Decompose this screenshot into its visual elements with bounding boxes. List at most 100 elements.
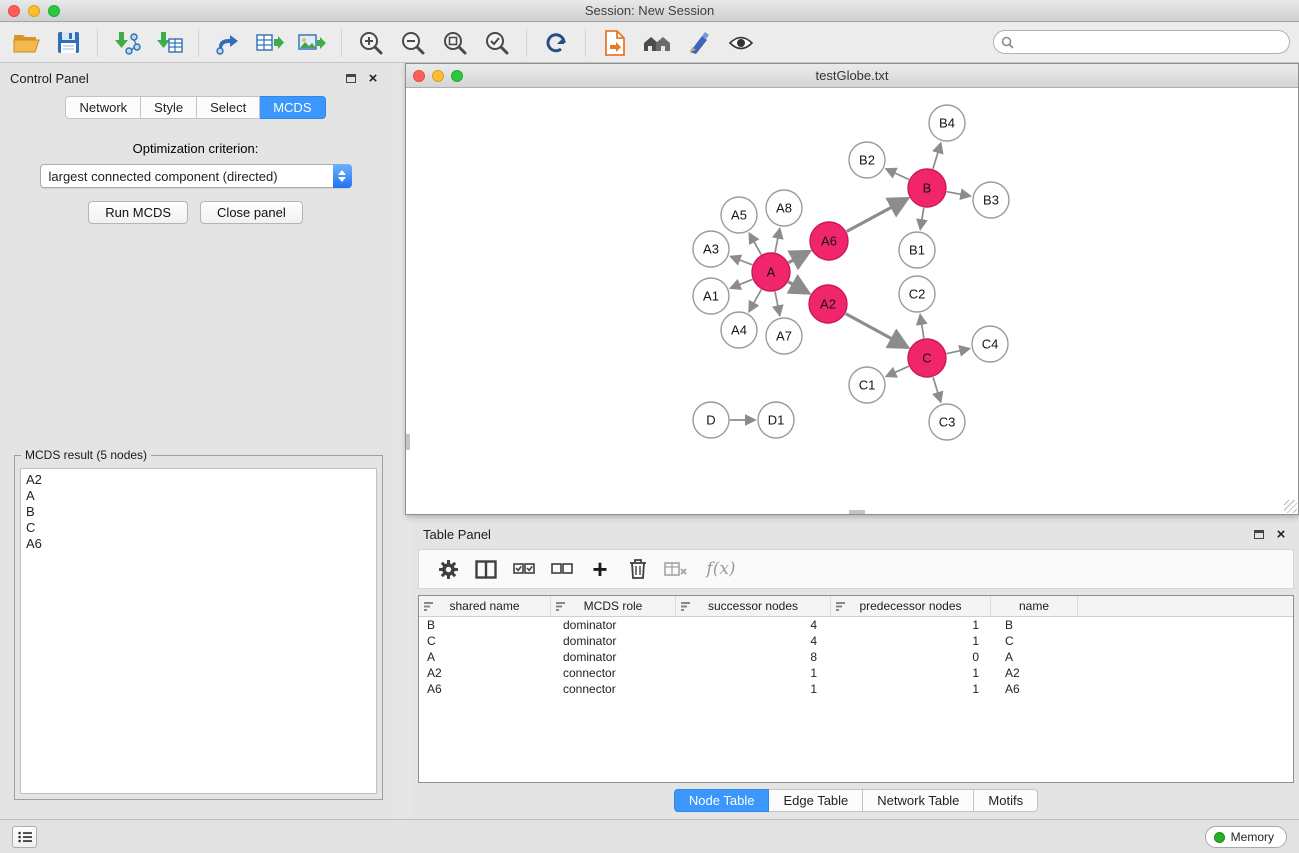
- tab-style[interactable]: Style: [141, 96, 197, 119]
- table-close-panel-button[interactable]: ×: [1273, 526, 1289, 542]
- network-maximize-icon[interactable]: [451, 70, 463, 82]
- table-cell[interactable]: connector: [551, 666, 676, 680]
- tab-motifs[interactable]: Motifs: [974, 789, 1038, 812]
- graph-edge-A-A4[interactable]: [749, 290, 761, 312]
- table-row[interactable]: Bdominator41B: [419, 617, 1293, 633]
- run-mcds-button[interactable]: Run MCDS: [88, 201, 188, 224]
- graph-edge-A-A1[interactable]: [731, 279, 753, 288]
- table-cell[interactable]: 8: [676, 650, 831, 664]
- table-cell[interactable]: dominator: [551, 650, 676, 664]
- open-session-button[interactable]: [8, 26, 44, 60]
- export-image-button[interactable]: [294, 26, 330, 60]
- tab-node-table[interactable]: Node Table: [674, 789, 770, 812]
- zoom-selected-button[interactable]: [479, 26, 515, 60]
- graph-node-D1[interactable]: D1: [758, 402, 794, 438]
- export-table-button[interactable]: [252, 26, 288, 60]
- toolbar-search-field[interactable]: [993, 30, 1290, 54]
- optimization-criterion-select[interactable]: largest connected component (directed): [40, 164, 352, 188]
- graph-node-B[interactable]: B: [908, 169, 946, 207]
- graph-edge-B-B1[interactable]: [920, 208, 924, 230]
- table-cell[interactable]: connector: [551, 682, 676, 696]
- graph-node-C3[interactable]: C3: [929, 404, 965, 440]
- table-cell[interactable]: dominator: [551, 634, 676, 648]
- graph-node-A4[interactable]: A4: [721, 312, 757, 348]
- maximize-window-icon[interactable]: [48, 5, 60, 17]
- graph-node-B4[interactable]: B4: [929, 105, 965, 141]
- column-header-predecessor-nodes[interactable]: predecessor nodes: [831, 596, 991, 616]
- table-cell[interactable]: A6: [419, 682, 551, 696]
- graph-edge-B-B2[interactable]: [886, 169, 909, 180]
- table-cell[interactable]: A: [419, 650, 551, 664]
- graph-edge-C-C4[interactable]: [947, 349, 970, 354]
- table-cell[interactable]: 1: [831, 682, 991, 696]
- table-float-panel-button[interactable]: [1251, 526, 1267, 542]
- tab-select[interactable]: Select: [197, 96, 260, 119]
- table-cell[interactable]: 4: [676, 634, 831, 648]
- graph-node-A[interactable]: A: [752, 253, 790, 291]
- table-cell[interactable]: A2: [419, 666, 551, 680]
- tab-edge-table[interactable]: Edge Table: [769, 789, 863, 812]
- import-table-file-button[interactable]: [151, 26, 187, 60]
- graph-edge-A-A5[interactable]: [749, 233, 761, 254]
- memory-button[interactable]: Memory: [1205, 826, 1287, 848]
- tab-mcds[interactable]: MCDS: [260, 96, 325, 119]
- mcds-result-list[interactable]: A2ABCA6: [20, 468, 377, 794]
- graph-edge-A-A8[interactable]: [775, 229, 780, 253]
- network-canvas[interactable]: B4B2BB3A5A8A6A3B1AC2A1A2A4A7C4CC1C3DD1: [406, 89, 1298, 514]
- graph-node-A3[interactable]: A3: [693, 231, 729, 267]
- delete-columns-button[interactable]: [619, 552, 657, 586]
- deselect-all-rows-button[interactable]: [543, 552, 581, 586]
- column-header-mcds-role[interactable]: MCDS role: [551, 596, 676, 616]
- graph-edge-B-B4[interactable]: [933, 143, 941, 169]
- table-settings-button[interactable]: [429, 552, 467, 586]
- apply-layout-button[interactable]: [538, 26, 574, 60]
- table-row[interactable]: A2connector11A2: [419, 665, 1293, 681]
- mcds-result-item[interactable]: C: [26, 520, 371, 536]
- graph-node-C2[interactable]: C2: [899, 276, 935, 312]
- table-row[interactable]: Adominator80A: [419, 649, 1293, 665]
- close-panel-action-button[interactable]: Close panel: [200, 201, 303, 224]
- graph-edge-A6-B[interactable]: [847, 199, 908, 232]
- column-header-shared-name[interactable]: shared name: [419, 596, 551, 616]
- add-column-button[interactable]: +: [581, 552, 619, 586]
- float-panel-button[interactable]: [343, 70, 359, 86]
- graph-edge-A-A3[interactable]: [731, 257, 753, 265]
- export-network-button[interactable]: [210, 26, 246, 60]
- graph-node-A7[interactable]: A7: [766, 318, 802, 354]
- network-close-icon[interactable]: [413, 70, 425, 82]
- mcds-result-item[interactable]: A2: [26, 472, 371, 488]
- graph-edge-B-B3[interactable]: [947, 192, 971, 196]
- table-cell[interactable]: 1: [831, 666, 991, 680]
- table-cell[interactable]: C: [419, 634, 551, 648]
- network-graph[interactable]: B4B2BB3A5A8A6A3B1AC2A1A2A4A7C4CC1C3DD1: [406, 89, 1298, 514]
- graph-node-A1[interactable]: A1: [693, 278, 729, 314]
- search-input[interactable]: [1019, 35, 1289, 50]
- minimize-window-icon[interactable]: [28, 5, 40, 17]
- column-header-name[interactable]: name: [991, 596, 1078, 616]
- column-visibility-button[interactable]: [467, 552, 505, 586]
- graph-node-C1[interactable]: C1: [849, 367, 885, 403]
- graph-node-C4[interactable]: C4: [972, 326, 1008, 362]
- graph-node-A5[interactable]: A5: [721, 197, 757, 233]
- graph-node-B3[interactable]: B3: [973, 182, 1009, 218]
- window-resize-grip[interactable]: [1284, 500, 1297, 513]
- table-cell[interactable]: dominator: [551, 618, 676, 632]
- home-button[interactable]: [639, 26, 675, 60]
- graph-edge-C-C1[interactable]: [886, 366, 909, 376]
- graph-edge-A-A2[interactable]: [788, 282, 808, 293]
- style-brush-button[interactable]: [681, 26, 717, 60]
- mcds-result-item[interactable]: A6: [26, 536, 371, 552]
- table-cell[interactable]: B: [419, 618, 551, 632]
- zoom-in-button[interactable]: [353, 26, 389, 60]
- table-cell[interactable]: 1: [676, 666, 831, 680]
- table-cell[interactable]: B: [991, 618, 1078, 632]
- graph-node-A6[interactable]: A6: [810, 222, 848, 260]
- save-session-button[interactable]: [50, 26, 86, 60]
- table-cell[interactable]: 1: [831, 618, 991, 632]
- tab-network[interactable]: Network: [65, 96, 141, 119]
- graph-edge-A-A6[interactable]: [789, 251, 810, 262]
- graph-node-A8[interactable]: A8: [766, 190, 802, 226]
- close-panel-button[interactable]: ×: [365, 70, 381, 86]
- table-cell[interactable]: 0: [831, 650, 991, 664]
- network-minimize-icon[interactable]: [432, 70, 444, 82]
